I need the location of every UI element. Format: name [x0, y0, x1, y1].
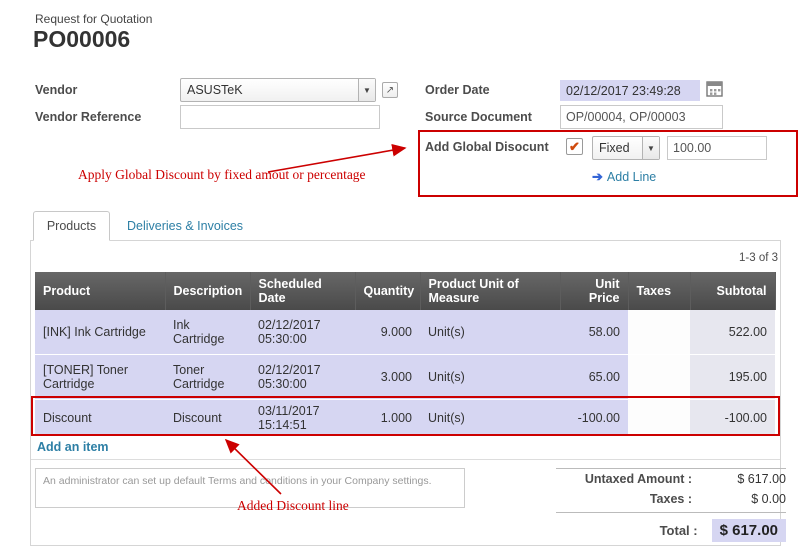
cell-taxes[interactable]: [628, 399, 690, 436]
cell-scheduled-date[interactable]: 02/12/2017 05:30:00: [250, 310, 355, 354]
record-subtitle: Request for Quotation: [35, 12, 152, 26]
cell-quantity[interactable]: 1.000: [355, 399, 420, 436]
taxes-label: Taxes :: [650, 492, 692, 506]
column-header-quantity[interactable]: Quantity: [355, 272, 420, 310]
purchase-order-page: Request for Quotation PO00006 Vendor ASU…: [0, 0, 810, 546]
terms-placeholder: An administrator can set up default Term…: [43, 475, 432, 487]
global-discount-checkbox[interactable]: ✔: [566, 138, 583, 155]
vendor-label: Vendor: [35, 83, 77, 97]
untaxed-amount-row: Untaxed Amount : $ 617.00: [556, 469, 786, 489]
table-row-discount[interactable]: Discount Discount 03/11/2017 15:14:51 1.…: [35, 399, 775, 436]
vendor-select-value: ASUSTeK: [187, 83, 243, 97]
total-row: Total : $ 617.00: [556, 513, 786, 545]
column-header-description[interactable]: Description: [165, 272, 250, 310]
cell-description[interactable]: Discount: [165, 399, 250, 436]
cell-description[interactable]: Ink Cartridge: [165, 310, 250, 354]
column-header-unit-price[interactable]: Unit Price: [560, 272, 628, 310]
cell-quantity[interactable]: 3.000: [355, 354, 420, 399]
cell-taxes[interactable]: [628, 354, 690, 399]
add-line-link[interactable]: ➔ Add Line: [592, 168, 656, 186]
order-date-field[interactable]: 02/12/2017 23:49:28: [560, 80, 700, 101]
tab-deliveries-invoices-label: Deliveries & Invoices: [127, 219, 243, 233]
discount-type-select[interactable]: Fixed ▼: [592, 136, 660, 160]
check-icon: ✔: [569, 140, 580, 153]
cell-uom[interactable]: Unit(s): [420, 354, 560, 399]
cell-subtotal[interactable]: 195.00: [690, 354, 775, 399]
source-document-input[interactable]: [560, 105, 723, 129]
total-value: $ 617.00: [712, 519, 786, 542]
global-discount-label: Add Global Disocunt: [425, 140, 549, 154]
cell-uom[interactable]: Unit(s): [420, 310, 560, 354]
order-lines: Product Description Scheduled Date Quant…: [35, 272, 776, 437]
cell-product[interactable]: Discount: [35, 399, 165, 436]
cell-description[interactable]: Toner Cartridge: [165, 354, 250, 399]
cell-product[interactable]: [INK] Ink Cartridge: [35, 310, 165, 354]
taxes-value: $ 0.00: [706, 492, 786, 506]
discount-type-value: Fixed: [599, 141, 630, 155]
table-row[interactable]: [INK] Ink Cartridge Ink Cartridge 02/12/…: [35, 310, 775, 354]
cell-unit-price[interactable]: 58.00: [560, 310, 628, 354]
cell-subtotal[interactable]: -100.00: [690, 399, 775, 436]
page-title: PO00006: [33, 26, 130, 53]
untaxed-amount-label: Untaxed Amount :: [585, 472, 692, 486]
chevron-down-icon: ▼: [642, 137, 659, 159]
order-lines-table: Product Description Scheduled Date Quant…: [35, 272, 776, 437]
pager[interactable]: 1-3 of 3: [690, 252, 778, 264]
annotation-apply-note: Apply Global Discount by fixed amout or …: [78, 167, 366, 183]
calendar-icon[interactable]: [706, 80, 723, 97]
tab-products-label: Products: [47, 219, 96, 233]
totals-panel: Untaxed Amount : $ 617.00 Taxes : $ 0.00…: [556, 468, 786, 545]
cell-uom[interactable]: Unit(s): [420, 399, 560, 436]
arrow-right-icon: ➔: [592, 169, 603, 184]
taxes-row: Taxes : $ 0.00: [556, 489, 786, 509]
cell-taxes[interactable]: [628, 310, 690, 354]
table-row[interactable]: [TONER] Toner Cartridge Toner Cartridge …: [35, 354, 775, 399]
tab-deliveries-invoices[interactable]: Deliveries & Invoices: [127, 212, 243, 240]
external-link-icon[interactable]: ↗: [382, 82, 398, 98]
section-divider: [31, 459, 780, 460]
cell-scheduled-date[interactable]: 03/11/2017 15:14:51: [250, 399, 355, 436]
cell-unit-price[interactable]: 65.00: [560, 354, 628, 399]
untaxed-amount-value: $ 617.00: [706, 472, 786, 486]
table-header-row: Product Description Scheduled Date Quant…: [35, 272, 775, 310]
column-header-scheduled-date[interactable]: Scheduled Date: [250, 272, 355, 310]
cell-unit-price[interactable]: -100.00: [560, 399, 628, 436]
column-header-taxes[interactable]: Taxes: [628, 272, 690, 310]
order-date-label: Order Date: [425, 83, 490, 97]
add-line-label: Add Line: [607, 170, 656, 184]
vendor-select[interactable]: ASUSTeK ▼: [180, 78, 376, 102]
source-document-label: Source Document: [425, 110, 532, 124]
discount-amount-input[interactable]: [667, 136, 767, 160]
annotation-added-note: Added Discount line: [237, 498, 349, 514]
column-header-subtotal[interactable]: Subtotal: [690, 272, 775, 310]
vendor-reference-label: Vendor Reference: [35, 110, 141, 124]
column-header-uom[interactable]: Product Unit of Measure: [420, 272, 560, 310]
vendor-reference-input[interactable]: [180, 105, 380, 129]
cell-quantity[interactable]: 9.000: [355, 310, 420, 354]
cell-product[interactable]: [TONER] Toner Cartridge: [35, 354, 165, 399]
total-label: Total :: [660, 523, 698, 538]
tab-products[interactable]: Products: [33, 211, 110, 241]
add-an-item-link[interactable]: Add an item: [37, 440, 109, 454]
chevron-down-icon: ▼: [358, 79, 375, 101]
order-date-value: 02/12/2017 23:49:28: [566, 84, 681, 98]
column-header-product[interactable]: Product: [35, 272, 165, 310]
cell-scheduled-date[interactable]: 02/12/2017 05:30:00: [250, 354, 355, 399]
cell-subtotal[interactable]: 522.00: [690, 310, 775, 354]
